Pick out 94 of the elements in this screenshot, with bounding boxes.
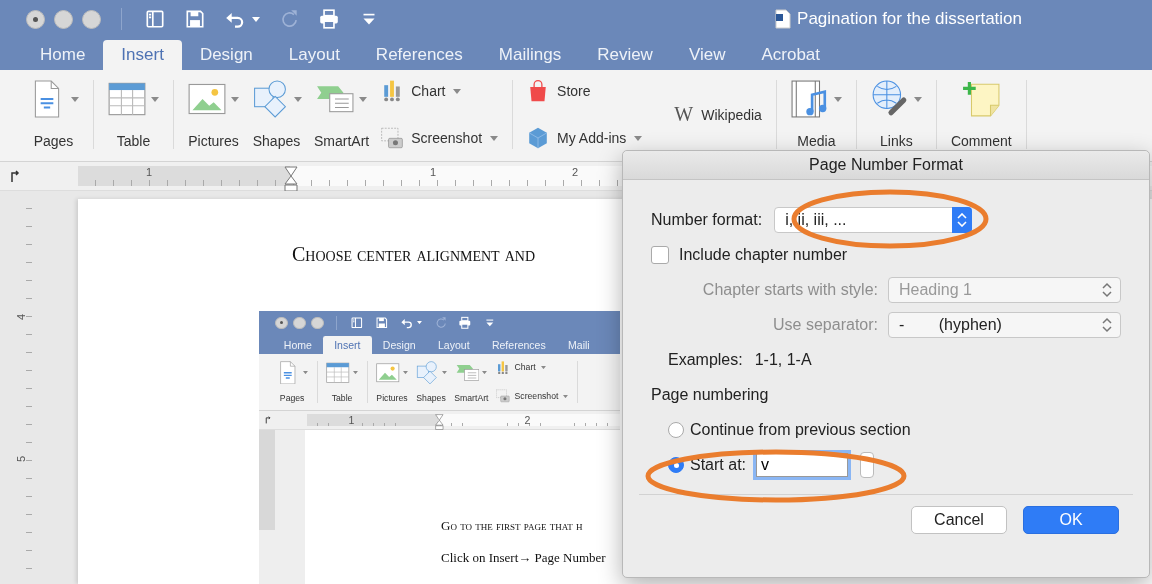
caret-icon <box>490 135 499 141</box>
indent-marker-icon[interactable] <box>284 166 298 192</box>
sticky-note-icon <box>962 80 1001 118</box>
zoom-button[interactable] <box>311 316 324 330</box>
shapes-icon <box>251 80 289 118</box>
ruler-number: 1 <box>145 166 153 178</box>
field-label: Number format: <box>651 211 763 229</box>
globe-chain-icon <box>870 80 909 118</box>
ribbon-button[interactable]: Table <box>331 392 353 403</box>
window-title: Pagination for the dissertation <box>797 9 1022 29</box>
examples-value: 1-1, 1-A <box>754 351 812 369</box>
ribbon-button[interactable]: Shapes <box>416 392 446 403</box>
checkbox[interactable] <box>651 246 669 264</box>
stepper-icon <box>952 207 973 233</box>
ribbon-button[interactable]: Shapes <box>252 133 301 149</box>
ribbon-button[interactable]: SmartArt <box>454 392 489 403</box>
field-label: Chapter starts with style: <box>701 281 878 299</box>
caret-icon <box>833 96 842 102</box>
dropdown-select[interactable]: - (hyphen) <box>888 312 1121 338</box>
tab-stop-icon[interactable] <box>10 170 20 182</box>
print-icon[interactable] <box>318 8 340 30</box>
indent-marker-icon[interactable] <box>435 413 444 430</box>
chevron-updown-icon <box>1102 317 1112 333</box>
ribbon-tab[interactable]: Insert <box>323 335 372 355</box>
number-format-select[interactable]: i, ii, iii, ... <box>774 207 973 233</box>
field-label: Use separator: <box>772 316 878 334</box>
radio-button[interactable] <box>668 422 684 438</box>
document-heading: Choose center alignment and <box>292 243 535 266</box>
dialog-title: Page Number Format <box>809 156 963 174</box>
close-button[interactable] <box>275 316 288 330</box>
minimize-button[interactable] <box>54 9 73 29</box>
ruler-number: 1 <box>348 413 355 426</box>
caret-icon <box>231 96 239 102</box>
ruler-number: 2 <box>524 413 531 426</box>
dialog-button[interactable]: Cancel <box>911 506 1007 534</box>
ribbon-button[interactable]: Pages <box>279 392 305 403</box>
ribbon-button[interactable]: Store <box>557 83 591 99</box>
caret-icon <box>359 96 368 102</box>
ribbon-button[interactable]: Comment <box>950 133 1012 149</box>
sidebar-icon[interactable] <box>144 8 166 30</box>
ribbon-button[interactable]: Chart <box>514 362 536 373</box>
caret-icon <box>482 370 488 374</box>
caret-icon <box>303 370 308 374</box>
ruler-number: 5 <box>15 455 28 463</box>
dialog-button[interactable]: OK <box>1023 506 1119 534</box>
wikipedia-logo: W <box>674 103 694 126</box>
bar-chart-icon <box>495 360 510 375</box>
caret-icon[interactable] <box>417 321 423 325</box>
caret-icon <box>402 370 408 374</box>
caret-icon <box>913 96 922 102</box>
section-heading: Page numbering <box>651 386 769 404</box>
screenshot-icon <box>381 127 404 149</box>
ruler-number: 4 <box>15 313 28 321</box>
chevron-updown-icon <box>1102 282 1112 298</box>
caret-icon <box>634 135 643 141</box>
ribbon-button[interactable]: Table <box>116 133 151 149</box>
document-paragraph: Go to the first page that h <box>441 517 584 534</box>
save-icon[interactable] <box>184 8 206 30</box>
ribbon-button[interactable]: My Add-ins <box>557 130 627 146</box>
caret-icon <box>151 96 159 102</box>
caret-icon <box>563 394 569 398</box>
caret-icon <box>294 96 302 102</box>
ribbon-button[interactable]: Screenshot <box>411 130 483 146</box>
cube-icon <box>527 127 550 149</box>
ribbon-button[interactable]: Pictures <box>188 133 239 149</box>
document-paragraph: Click on Insert→ Page Number <box>441 549 607 566</box>
ribbon-button[interactable]: Screenshot <box>514 391 559 402</box>
ribbon-button[interactable]: Pictures <box>376 392 408 403</box>
radio-label: Continue from previous section <box>690 421 911 439</box>
close-button[interactable] <box>26 9 45 29</box>
ribbon-button[interactable]: SmartArt <box>314 133 370 149</box>
caret-icon <box>453 88 462 94</box>
ribbon-button[interactable]: Pages <box>33 133 74 149</box>
zoom-button[interactable] <box>82 9 101 29</box>
table-icon <box>326 360 350 385</box>
table-icon <box>108 80 146 118</box>
ribbon-button[interactable]: Chart <box>411 83 446 99</box>
ruler-number: 2 <box>571 166 579 178</box>
shapes-icon <box>415 360 439 385</box>
document-icon <box>775 9 792 29</box>
examples-label: Examples: <box>668 351 743 369</box>
film-music-icon <box>790 80 829 118</box>
ribbon-button[interactable]: Media <box>797 133 836 149</box>
caret-icon <box>441 370 447 374</box>
caret-icon <box>540 365 546 369</box>
caret-icon <box>352 370 358 374</box>
caret-icon[interactable] <box>252 16 260 22</box>
caret-icon <box>71 96 79 102</box>
checkbox-label: Include chapter number <box>679 246 848 264</box>
ribbon-tab[interactable]: Insert <box>103 40 182 70</box>
ribbon-button[interactable]: Wikipedia <box>701 106 762 123</box>
ruler-number: 1 <box>429 166 437 178</box>
ribbon-button[interactable]: Links <box>880 133 913 149</box>
minimize-button[interactable] <box>293 316 306 330</box>
